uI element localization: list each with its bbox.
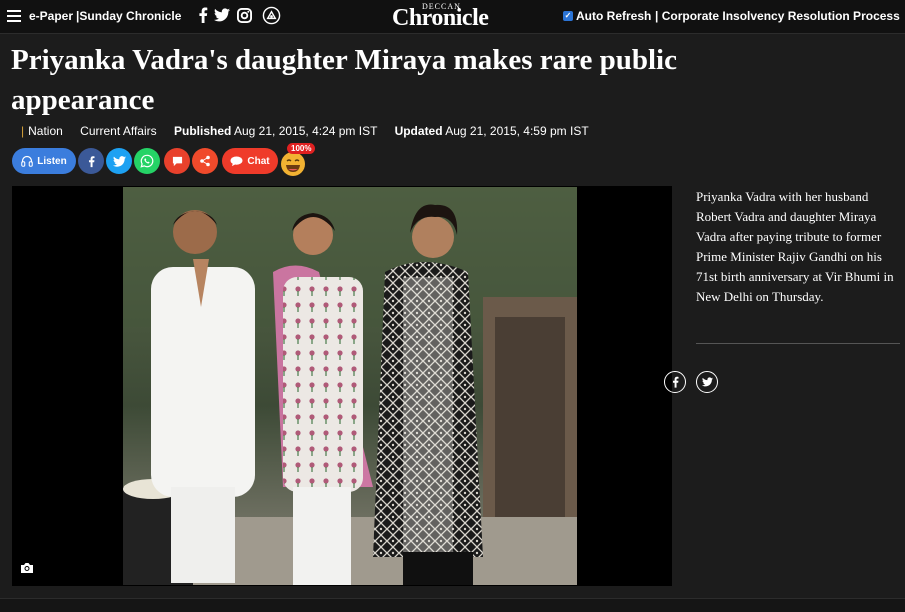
facebook-icon [672, 376, 679, 388]
twitter-icon[interactable] [214, 6, 230, 24]
updated-date: Aug 21, 2015, 4:59 pm IST [445, 124, 589, 138]
auto-refresh-toggle[interactable]: ✓ Auto Refresh [563, 9, 651, 23]
koo-icon[interactable] [261, 6, 281, 24]
auto-refresh-label: Auto Refresh [576, 9, 652, 23]
epaper-link[interactable]: e-Paper [29, 9, 73, 23]
sunday-chronicle-link[interactable]: |Sunday Chronicle [76, 9, 181, 23]
hamburger-icon[interactable] [7, 10, 21, 22]
facebook-icon [88, 155, 95, 167]
updated-label: Updated [394, 124, 443, 138]
subcategory-link[interactable]: Current Affairs [80, 124, 156, 138]
twitter-icon [112, 155, 126, 167]
category-separator: | [21, 124, 25, 138]
deccan-chronicle-logo[interactable]: DECCAN Chronicle [392, 2, 496, 32]
twitter-icon [701, 377, 713, 387]
caption-facebook-button[interactable] [664, 371, 686, 393]
comment-button[interactable] [164, 148, 190, 174]
caption-twitter-button[interactable] [696, 371, 718, 393]
published-date: Aug 21, 2015, 4:24 pm IST [234, 124, 378, 138]
facebook-icon[interactable] [195, 6, 211, 24]
article-meta: | Nation Current Affairs Published Aug 21… [21, 124, 589, 138]
laugh-emoji-icon[interactable] [281, 152, 305, 176]
article-headline: Priyanka Vadra's daughter Miraya makes r… [11, 44, 677, 116]
auto-refresh-checkbox[interactable]: ✓ [563, 11, 573, 21]
share-icon [200, 155, 210, 167]
camera-icon[interactable] [20, 562, 34, 574]
listen-label: Listen [37, 155, 67, 167]
article-image-panel [12, 186, 672, 586]
footer-strip [0, 598, 905, 612]
published-label: Published [173, 124, 232, 138]
headphones-icon [21, 155, 34, 167]
chat-button[interactable]: Chat [222, 148, 278, 174]
logo-main-text: Chronicle [392, 5, 489, 31]
share-facebook-button[interactable] [78, 148, 104, 174]
top-bar: e-Paper |Sunday Chronicle DECCAN Chronic… [0, 0, 905, 34]
chat-icon [230, 155, 243, 166]
chat-label: Chat [247, 155, 270, 167]
share-button[interactable] [192, 148, 218, 174]
whatsapp-icon [140, 154, 154, 168]
instagram-icon[interactable] [236, 6, 252, 24]
share-whatsapp-button[interactable] [134, 148, 160, 174]
photo-caption: Priyanka Vadra with her husband Robert V… [696, 189, 894, 304]
corporate-insolvency-link[interactable]: | Corporate Insolvency Resolution Proces… [655, 9, 900, 23]
comment-icon [172, 156, 182, 166]
listen-button[interactable]: Listen [12, 148, 76, 174]
caption-divider [696, 343, 900, 344]
article-photo[interactable] [123, 187, 577, 585]
category-link[interactable]: Nation [28, 124, 63, 138]
reaction-badge: 100% [287, 143, 316, 154]
share-twitter-button[interactable] [106, 148, 132, 174]
